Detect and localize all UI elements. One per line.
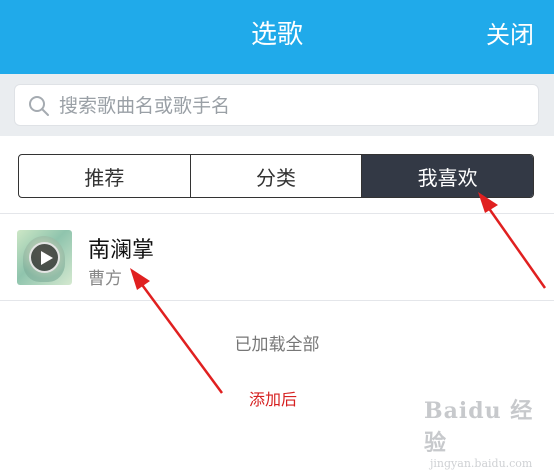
song-artist: 曹方 bbox=[88, 269, 122, 289]
list-end-status: 已加载全部 bbox=[234, 335, 320, 355]
close-button[interactable]: 关闭 bbox=[486, 0, 534, 70]
tab-category[interactable]: 分类 bbox=[189, 155, 362, 197]
song-title: 南澜掌 bbox=[88, 238, 155, 263]
baidu-watermark: Baidu 经验 jingyan.baidu.com bbox=[424, 393, 544, 470]
search-bar bbox=[0, 74, 554, 136]
list-item[interactable]: 南澜掌 曹方 bbox=[0, 214, 554, 300]
play-button[interactable] bbox=[29, 242, 60, 273]
watermark-brand: Baidu 经验 bbox=[424, 398, 534, 456]
search-input[interactable] bbox=[57, 85, 521, 127]
divider bbox=[0, 300, 554, 301]
annotation-label: 添加后 bbox=[249, 390, 298, 409]
search-icon bbox=[29, 96, 49, 116]
tab-favorites[interactable]: 我喜欢 bbox=[361, 155, 533, 197]
tab-bar: 推荐 分类 我喜欢 bbox=[18, 154, 534, 198]
tab-recommend[interactable]: 推荐 bbox=[19, 155, 190, 197]
album-cover bbox=[17, 230, 72, 285]
page-title: 选歌 bbox=[250, 20, 303, 50]
watermark-url: jingyan.baidu.com bbox=[430, 457, 533, 470]
header-bar: 选歌 关闭 bbox=[0, 0, 554, 74]
search-box[interactable] bbox=[14, 84, 539, 127]
play-icon bbox=[41, 251, 53, 265]
